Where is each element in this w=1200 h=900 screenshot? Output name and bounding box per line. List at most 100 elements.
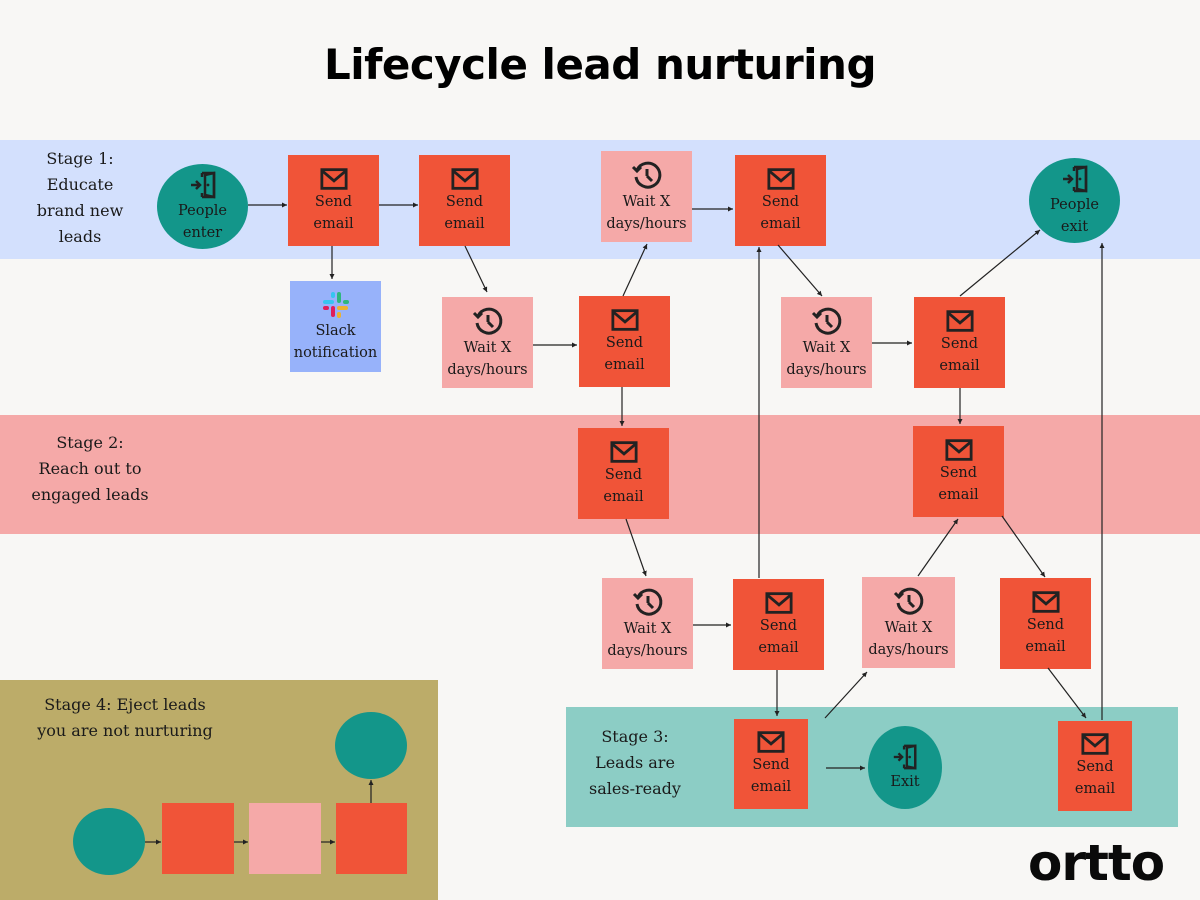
exit-node[interactable]: Exit (868, 726, 942, 809)
node-label: email (604, 356, 645, 373)
door-enter-icon (188, 170, 218, 200)
people-exit-node[interactable]: People exit (1029, 158, 1120, 243)
door-enter-icon (1060, 164, 1090, 194)
node-label: Send (605, 334, 644, 351)
node-label: Send (939, 464, 978, 481)
send-email-node[interactable]: Send email (734, 719, 808, 809)
stage-2-label: Stage 2: Reach out to engaged leads (20, 430, 160, 508)
stage-4-desc: you are not nurturing (37, 721, 213, 740)
send-email-node[interactable]: Send email (913, 426, 1004, 517)
node-label: Send (604, 466, 643, 483)
send-email-node[interactable]: Send email (733, 579, 824, 670)
envelope-icon (320, 167, 348, 191)
envelope-icon (1081, 732, 1109, 756)
stage-1-desc-2: brand new (36, 201, 124, 220)
send-email-node[interactable]: Send email (914, 297, 1005, 388)
node-label: enter (182, 224, 223, 241)
send-email-node[interactable]: Send email (419, 155, 510, 246)
node-label: Send (759, 617, 798, 634)
send-email-node[interactable]: Send email (1058, 721, 1132, 811)
node-label: days/hours (786, 361, 867, 378)
stage-1-desc-1: Educate (46, 175, 114, 194)
node-label: email (603, 488, 644, 505)
node-label: Slack (315, 322, 356, 339)
wait-node[interactable]: Wait X days/hours (601, 151, 692, 242)
node-label: email (758, 639, 799, 656)
node-label: Send (940, 335, 979, 352)
node-label: email (939, 357, 980, 374)
node-label: Send (1026, 616, 1065, 633)
people-enter-node[interactable]: People enter (157, 164, 248, 249)
node-label: Send (314, 193, 353, 210)
stage-2-title: Stage 2: (56, 433, 124, 452)
stage-4-label: Stage 4: Eject leads you are not nurturi… (10, 692, 240, 744)
send-email-node[interactable]: Send email (288, 155, 379, 246)
node-label: days/hours (607, 642, 688, 659)
slack-notification-node[interactable]: Slack notification (290, 281, 381, 372)
envelope-icon (757, 730, 785, 754)
node-label: email (313, 215, 354, 232)
send-email-node[interactable]: Send email (1000, 578, 1091, 669)
node-label: email (760, 215, 801, 232)
node-label: days/hours (447, 361, 528, 378)
node-label: Send (752, 757, 790, 773)
node-label: Send (445, 193, 484, 210)
wait-node[interactable]: Wait X days/hours (781, 297, 872, 388)
page-title: Lifecycle lead nurturing (323, 40, 877, 89)
clock-history-icon (472, 305, 504, 337)
node-label: Wait X (623, 620, 672, 637)
node-label: People (1050, 196, 1099, 213)
mini-email-node (162, 803, 234, 874)
node-label: notification (293, 344, 378, 361)
send-email-node[interactable]: Send email (579, 296, 670, 387)
envelope-icon (765, 591, 793, 615)
stage-2-desc-1: Reach out to (38, 459, 142, 478)
stage-1-desc-3: leads (58, 227, 102, 246)
node-label: days/hours (606, 215, 687, 232)
mini-email-node (336, 803, 407, 874)
node-label: email (1025, 638, 1066, 655)
clock-history-icon (631, 159, 663, 191)
wait-node[interactable]: Wait X days/hours (442, 297, 533, 388)
clock-history-icon (811, 305, 843, 337)
stage-3-desc-1: Leads are (595, 753, 675, 772)
stage-3-desc-2: sales-ready (589, 779, 681, 798)
envelope-icon (945, 438, 973, 462)
door-enter-icon (891, 743, 919, 771)
node-label: People (178, 202, 227, 219)
stage-3-label: Stage 3: Leads are sales-ready (575, 724, 695, 802)
node-label: exit (1060, 218, 1089, 235)
envelope-icon (451, 167, 479, 191)
stage-2-desc-2: engaged leads (31, 485, 149, 504)
mini-wait-node (249, 803, 321, 874)
node-label: Exit (890, 773, 920, 790)
send-email-node[interactable]: Send email (578, 428, 669, 519)
node-label: days/hours (868, 641, 949, 658)
node-label: Wait X (463, 339, 512, 356)
envelope-icon (610, 440, 638, 464)
wait-node[interactable]: Wait X days/hours (862, 577, 955, 668)
envelope-icon (946, 309, 974, 333)
node-label: Send (761, 193, 800, 210)
mini-enter-node (73, 808, 145, 875)
stage-1-title: Stage 1: (46, 149, 114, 168)
clock-history-icon (893, 585, 925, 617)
node-label: Send (1076, 759, 1114, 775)
envelope-icon (767, 167, 795, 191)
send-email-node[interactable]: Send email (735, 155, 826, 246)
node-label: email (1074, 781, 1116, 797)
node-label: email (444, 215, 485, 232)
stage-1-label: Stage 1: Educate brand new leads (20, 146, 140, 250)
clock-history-icon (632, 586, 664, 618)
envelope-icon (1032, 590, 1060, 614)
mini-exit-node (335, 712, 407, 779)
node-label: Wait X (622, 193, 671, 210)
envelope-icon (611, 308, 639, 332)
node-label: Wait X (802, 339, 851, 356)
node-label: email (750, 779, 792, 795)
slack-icon (321, 290, 351, 320)
ortto-logo: ortto (1028, 834, 1165, 892)
stage-3-title: Stage 3: (601, 727, 669, 746)
stage-4-title: Stage 4: Eject leads (44, 695, 206, 714)
wait-node[interactable]: Wait X days/hours (602, 578, 693, 669)
